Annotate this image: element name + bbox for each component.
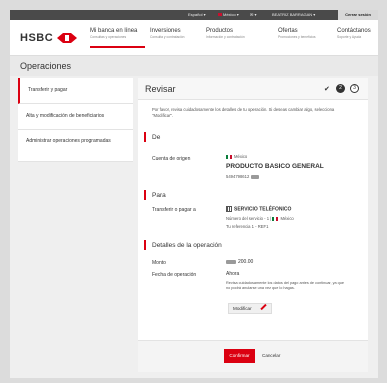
review-panel: Revisar ✔ 2 3 Por favor, revisa cuidados… [138, 78, 368, 372]
nav-subtitle: Información y contratación [206, 35, 245, 39]
confirm-button[interactable]: Confirmar [224, 349, 255, 363]
nav-ofertas[interactable]: Ofertas Promociones y beneficios [278, 28, 316, 39]
logout-button[interactable]: Cerrar sesión [338, 10, 378, 20]
nav-title: Inversiones [150, 28, 181, 34]
nav-mi-banca[interactable]: Mi banca en línea Consultas y operacione… [90, 28, 145, 48]
step-1-complete-check-icon: ✔ [324, 86, 330, 93]
nav-subtitle: Promociones y beneficios [278, 35, 316, 39]
section-accent [144, 240, 146, 250]
page-title-bar: Operaciones [10, 56, 378, 76]
nav-title: Productos [206, 28, 234, 34]
active-nav-indicator [90, 46, 145, 48]
nav-title: Contáctanos [337, 28, 371, 34]
sidebar-item-beneficiarios[interactable]: Alta y modificación de beneficiarios [18, 104, 133, 130]
step-2-indicator: 2 [336, 84, 345, 93]
sidebar-item-programadas[interactable]: Administrar operaciones programadas [18, 130, 133, 162]
nav-contactanos[interactable]: Contáctanos Soporte y Ayuda [337, 28, 371, 39]
pencil-icon [260, 303, 267, 311]
browser-frame: Español ▾ México ▾ ✉ ▾ BEATRIZ BARRAGAN … [10, 10, 378, 378]
sidebar-item-transferir[interactable]: Transferir y pagar [18, 78, 133, 104]
instructions-text: Por favor, revisa cuidadosamente los det… [152, 107, 335, 118]
panel-header: Revisar ✔ 2 3 [138, 78, 368, 100]
hsbc-hexagon-icon [57, 33, 78, 43]
origin-account-label: Cuenta de origen [152, 156, 191, 162]
origin-account-number: 5494798612 [226, 174, 260, 179]
nav-title: Ofertas [278, 28, 298, 34]
country-selector[interactable]: México ▾ [218, 12, 239, 18]
confirmation-note: Revisa cuidadosamente los datos del pago… [226, 281, 344, 290]
section-accent [144, 132, 146, 142]
service-number: Número del servicio - 1 | México [226, 216, 294, 221]
building-icon [226, 206, 232, 212]
origin-country: México [226, 154, 247, 159]
amount-value: 200.00 [226, 259, 253, 265]
modify-label: Modificar [233, 306, 252, 311]
section-title-de: De [152, 134, 161, 141]
destination-service: SERVICIO TELÉFONICO [226, 206, 291, 212]
destination-label: Transferir o pagar a [152, 207, 196, 213]
user-menu[interactable]: BEATRIZ BARRAGAN ▾ [272, 12, 315, 18]
sidebar: Transferir y pagar Alta y modificación d… [18, 78, 133, 162]
currency-badge [226, 259, 236, 264]
modify-button[interactable]: Modificar [228, 303, 272, 314]
origin-product: PRODUCTO BASICO GENERAL [226, 163, 324, 170]
panel-title: Revisar [145, 84, 176, 94]
nav-subtitle: Consultas y operaciones [90, 35, 127, 39]
mexico-flag-icon [226, 154, 232, 159]
logo-text: HSBC [20, 32, 54, 44]
nav-subtitle: Soporte y Ayuda [337, 35, 362, 39]
top-utility-bar: Español ▾ México ▾ ✉ ▾ BEATRIZ BARRAGAN … [10, 10, 378, 20]
date-label: Fecha de operación [152, 272, 197, 278]
reference-text: Tu referencia 1 - REF1 [226, 224, 269, 229]
date-value: Ahora [226, 271, 240, 277]
language-selector[interactable]: Español ▾ [188, 12, 206, 18]
step-3-indicator: 3 [350, 84, 359, 93]
main-header: HSBC Mi banca en línea Consultas y opera… [10, 20, 378, 56]
cancel-button[interactable]: Cancelar [262, 349, 280, 363]
flag-icon [218, 13, 222, 17]
masked-badge [251, 175, 260, 179]
section-title-detalles: Detalles de la operación [152, 242, 222, 249]
mexico-flag-icon [272, 216, 279, 221]
hsbc-logo[interactable]: HSBC [20, 32, 78, 44]
nav-subtitle: Consulta y contratación [150, 35, 185, 39]
mail-icon[interactable]: ✉ ▾ [250, 12, 256, 18]
page-title: Operaciones [20, 61, 72, 71]
nav-title: Mi banca en línea [90, 28, 138, 34]
section-title-para: Para [152, 192, 166, 199]
section-accent [144, 190, 146, 200]
nav-productos[interactable]: Productos Información y contratación [206, 28, 245, 39]
nav-inversiones[interactable]: Inversiones Consulta y contratación [150, 28, 184, 39]
amount-label: Monto [152, 260, 166, 266]
action-bar: Confirmar Cancelar [138, 340, 368, 372]
